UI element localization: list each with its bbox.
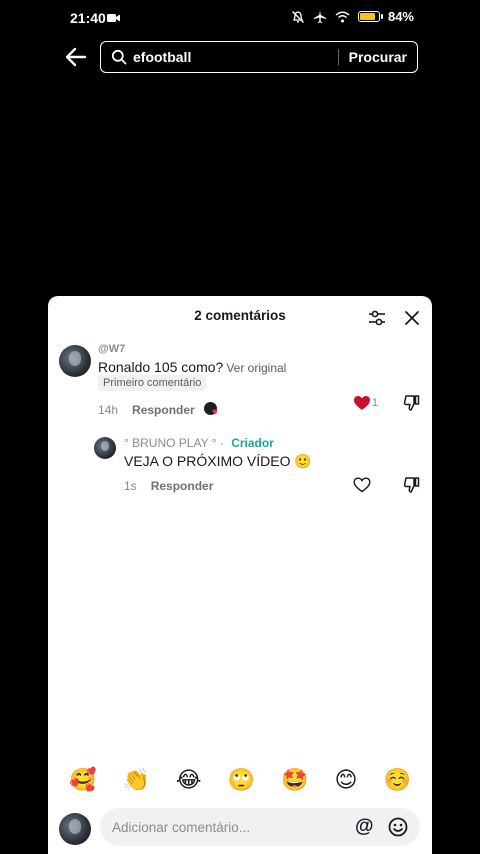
liked-heart-icon[interactable] [353,395,371,411]
heart-outline-icon[interactable] [353,477,371,493]
comment-input-bar: @ [48,804,432,854]
bell-off-icon [292,10,304,23]
emoji-quick-bar: 🥰 👏 😂 🙄 🤩 😊 ☺️ [48,761,432,801]
first-comment-badge: Primeiro comentário [98,375,207,391]
reply-button[interactable]: Responder [151,479,214,493]
search-button[interactable]: Procurar [339,49,417,65]
see-original-link[interactable]: Ver original [226,361,286,375]
status-bar: 21:40 84% [0,0,480,36]
my-avatar [59,813,91,845]
comment-input-wrapper[interactable]: @ [100,808,420,846]
username-separator: · [219,436,224,450]
heart-icon: ♥ [212,407,218,418]
comment-text: Ronaldo 105 como? Ver original [98,359,286,375]
emoji-button[interactable]: 🤩 [281,770,308,792]
dislike-icon[interactable] [403,476,421,494]
status-time: 21:40 [70,10,106,26]
emoji-button[interactable]: 🙄 [228,770,255,792]
emoji-button[interactable]: 👏 [122,770,149,792]
emoji-button[interactable]: 🥰 [69,770,96,792]
wifi-icon [335,11,350,22]
emoji-button[interactable]: ☺️ [383,770,410,792]
back-arrow-icon[interactable] [63,45,89,69]
video-camera-icon [107,14,120,22]
filter-sliders-icon[interactable] [366,307,388,329]
search-icon [111,49,127,65]
comment-username[interactable]: @W7 [98,343,125,355]
like-count: 1 [372,397,379,409]
comment-time: 14h [98,403,119,417]
reply-button[interactable]: Responder [132,403,195,417]
search-input[interactable] [133,49,333,65]
battery-percent: 84% [387,9,414,24]
comment-input[interactable] [112,819,342,835]
emoji-button[interactable]: 😊 [335,770,358,792]
comment-meta: 1s Responder [124,479,213,493]
comment-body: VEJA O PRÓXIMO VÍDEO 🙂 [124,453,312,469]
comment-username[interactable]: ° BRUNO PLAY ° [124,436,217,450]
avatar[interactable] [59,345,91,377]
emoji-smile-icon[interactable] [388,817,408,837]
reply-username-line: ° BRUNO PLAY ° · Criador [124,436,274,450]
creator-liked-badge: ♥ [204,402,222,418]
close-icon[interactable] [404,310,420,326]
airplane-icon [313,10,326,23]
creator-tag: Criador [231,436,274,450]
emoji-button[interactable]: 😂 [176,770,202,792]
avatar[interactable] [94,437,116,459]
battery-icon [357,11,383,22]
comment-meta: 14h Responder [98,403,195,417]
mention-at-icon[interactable]: @ [355,816,374,838]
comments-sheet: 2 comentários @W7 Ronaldo 105 como? Ver o… [48,296,432,854]
search-bar[interactable]: Procurar [100,41,418,73]
comment-time: 1s [124,479,137,493]
dislike-icon[interactable] [403,394,421,412]
comment-body: Ronaldo 105 como? [98,359,224,375]
